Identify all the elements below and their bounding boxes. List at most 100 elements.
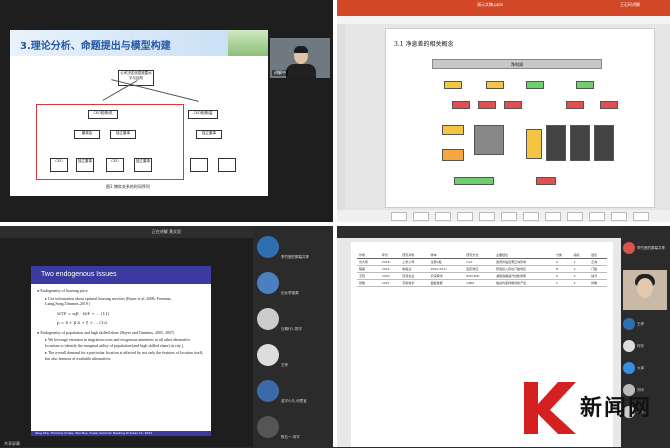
table-row: 程美 2019 制造业 2009-2017 固定效应 研发投入存在门槛效应 B … — [357, 265, 607, 273]
flow-box-green — [454, 177, 494, 185]
bullet-1-sub: ▸ Use information about optimal housing … — [45, 295, 172, 307]
participant-name: 九泽 — [637, 366, 644, 370]
slide-thumbnail[interactable] — [567, 212, 583, 221]
slide-thumbnail[interactable] — [413, 212, 429, 221]
slide-thumbnails[interactable] — [337, 210, 670, 222]
tree-node: 董事会 — [74, 130, 100, 139]
table-cell: 正向 — [589, 258, 607, 266]
beamer-slide: Two endogenous Issues ● Endogeneity of h… — [31, 266, 211, 436]
bullet-2-sub-2: ▸ The overall demand for a particular lo… — [45, 350, 204, 361]
participant-list: 李竹宽的屏幕共享 纪女李银源 日期行1-陈宇 王梓 金宇小凡-何思宜 陈石一-何… — [253, 226, 333, 447]
participant-name: 日期行1-陈宇 — [281, 327, 302, 331]
window-title: 演示文稿.pptx — [477, 2, 504, 7]
slide-title: 3.理论分析、命题提出与模型构建 — [20, 41, 171, 52]
beamer-title: Two endogenous Issues — [31, 266, 211, 284]
slide-thumbnail[interactable] — [523, 212, 539, 221]
ppt-toolbar[interactable] — [337, 16, 670, 24]
table-cell: 刘大伟 — [357, 258, 380, 266]
tree-edge — [111, 79, 199, 102]
table-cell: 全部A股 — [428, 258, 465, 266]
ppt-side-rail[interactable] — [337, 24, 345, 210]
plant-image — [228, 30, 268, 56]
shared-screen-top-left[interactable]: 3.理论分析、命题提出与模型构建 公司决定信息披露水平与结构 CEO知情/低 C… — [0, 0, 333, 222]
watermark-logo-icon — [524, 382, 576, 434]
participant-item[interactable]: 李竹宽的屏幕共享 — [253, 232, 333, 268]
beamer-footer: Yang Sha, Timmins (Duke, Yale Nus, Duke)… — [31, 431, 211, 436]
participant-camera[interactable] — [623, 270, 667, 310]
tree-node: 独立董事 — [196, 130, 222, 139]
slide-thumbnail[interactable] — [479, 212, 495, 221]
avatar — [257, 416, 279, 438]
flow-box-red — [536, 177, 556, 185]
bullet-2: ● Endogeneity of population and high ski… — [37, 329, 175, 335]
equation-11: WTP = α/β · H/P + ... (11) — [57, 310, 110, 316]
table-cell: 2019 — [379, 265, 401, 273]
pane-label: 共享屏幕 — [4, 441, 20, 446]
table-cell: 减税政策提升创新效率 — [494, 272, 555, 280]
avatar — [257, 272, 279, 294]
table-cell: 研发投入存在门槛效应 — [494, 265, 555, 273]
table-cell: 政府补贴显著正向影响 — [494, 258, 555, 266]
presenter-hair — [294, 46, 308, 53]
table-cell: 3 — [571, 272, 590, 280]
slide-thumbnail[interactable] — [633, 212, 649, 221]
table-cell: 上市公司 — [400, 258, 429, 266]
flow-box-red — [478, 101, 496, 109]
tree-node: 独立董事 — [110, 130, 136, 139]
participant-item[interactable]: 陈石一-何宇 — [253, 412, 333, 448]
avatar — [257, 344, 279, 366]
figure-caption: 图1 博弈关系的时间序列 — [106, 184, 150, 189]
slide-thumbnail[interactable] — [589, 212, 605, 221]
participant-item[interactable]: 李竹宽的屏幕共享 — [621, 240, 670, 262]
slide-thumbnail[interactable] — [391, 212, 407, 221]
table-cell: 2021 — [379, 279, 401, 287]
participant-item[interactable]: 日期行1-陈宇 — [253, 304, 333, 340]
flow-box-red — [504, 101, 522, 109]
tree-leaf: CEO — [106, 158, 124, 172]
table-cell: B — [554, 265, 572, 273]
table-cell: 2009-2017 — [428, 265, 465, 273]
slide-thumbnail[interactable] — [611, 212, 627, 221]
shared-screen-top-right[interactable]: 演示文稿.pptx 王石珂讲解 3.1 净息差的相关概念 净利润 — [337, 0, 670, 222]
avatar — [623, 362, 635, 374]
participant-face — [637, 278, 653, 298]
flow-box-red — [566, 101, 584, 109]
participant-item[interactable]: 王梓 — [621, 316, 670, 338]
news-watermark: 新闻网 — [520, 378, 660, 438]
tree-node: CEO知情/低 — [88, 110, 118, 119]
participant-item[interactable]: 王梓 — [253, 340, 333, 376]
participant-item[interactable]: 金宇小凡-何思宜 — [253, 376, 333, 412]
table-cell: A — [554, 272, 572, 280]
flow-box-yellow — [526, 129, 542, 159]
tree-leaf: 独立董事 — [76, 158, 94, 172]
tree-leaf: CEO — [50, 158, 68, 172]
participant-item[interactable]: 何宇 — [621, 338, 670, 360]
flow-box-red — [452, 101, 470, 109]
table-cell: 门槛 — [589, 265, 607, 273]
slide-thumbnail[interactable] — [501, 212, 517, 221]
table-cell: 王晓 — [357, 272, 380, 280]
table-cell: 提升 — [589, 272, 607, 280]
presenter-shirt — [286, 64, 316, 78]
participant-item[interactable]: 纪女李银源 — [253, 268, 333, 304]
avatar — [257, 236, 279, 258]
flow-box-gray — [474, 125, 504, 155]
table-cell: 2020 — [379, 272, 401, 280]
bullet-1: ● Endogeneity of housing price — [37, 288, 88, 293]
flow-box-yellow — [444, 81, 462, 89]
table-cell: 程美 — [357, 265, 380, 273]
flow-box-green — [576, 81, 594, 89]
model-slide: 3.理论分析、命题提出与模型构建 公司决定信息披露水平与结构 CEO知情/低 C… — [10, 30, 268, 196]
ppt-canvas: 3.1 净息差的相关概念 净利润 — [337, 24, 670, 210]
participant-name: 王梓 — [637, 322, 644, 326]
flow-box-dark — [546, 125, 566, 161]
table-cell: 民营企业 — [400, 272, 429, 280]
slide-thumbnail[interactable] — [545, 212, 561, 221]
slide-thumbnail[interactable] — [435, 212, 451, 221]
table-row: 张敏 2021 高新技术 面板数据 GMM 融资约束抑制创新产出 C 4 抑制 — [357, 279, 607, 287]
presenter-name: 王石珂讲解 — [620, 2, 640, 7]
avatar — [623, 242, 635, 254]
slide-thumbnail[interactable] — [457, 212, 473, 221]
table-cell: A — [554, 258, 572, 266]
flow-box-red — [600, 101, 618, 109]
